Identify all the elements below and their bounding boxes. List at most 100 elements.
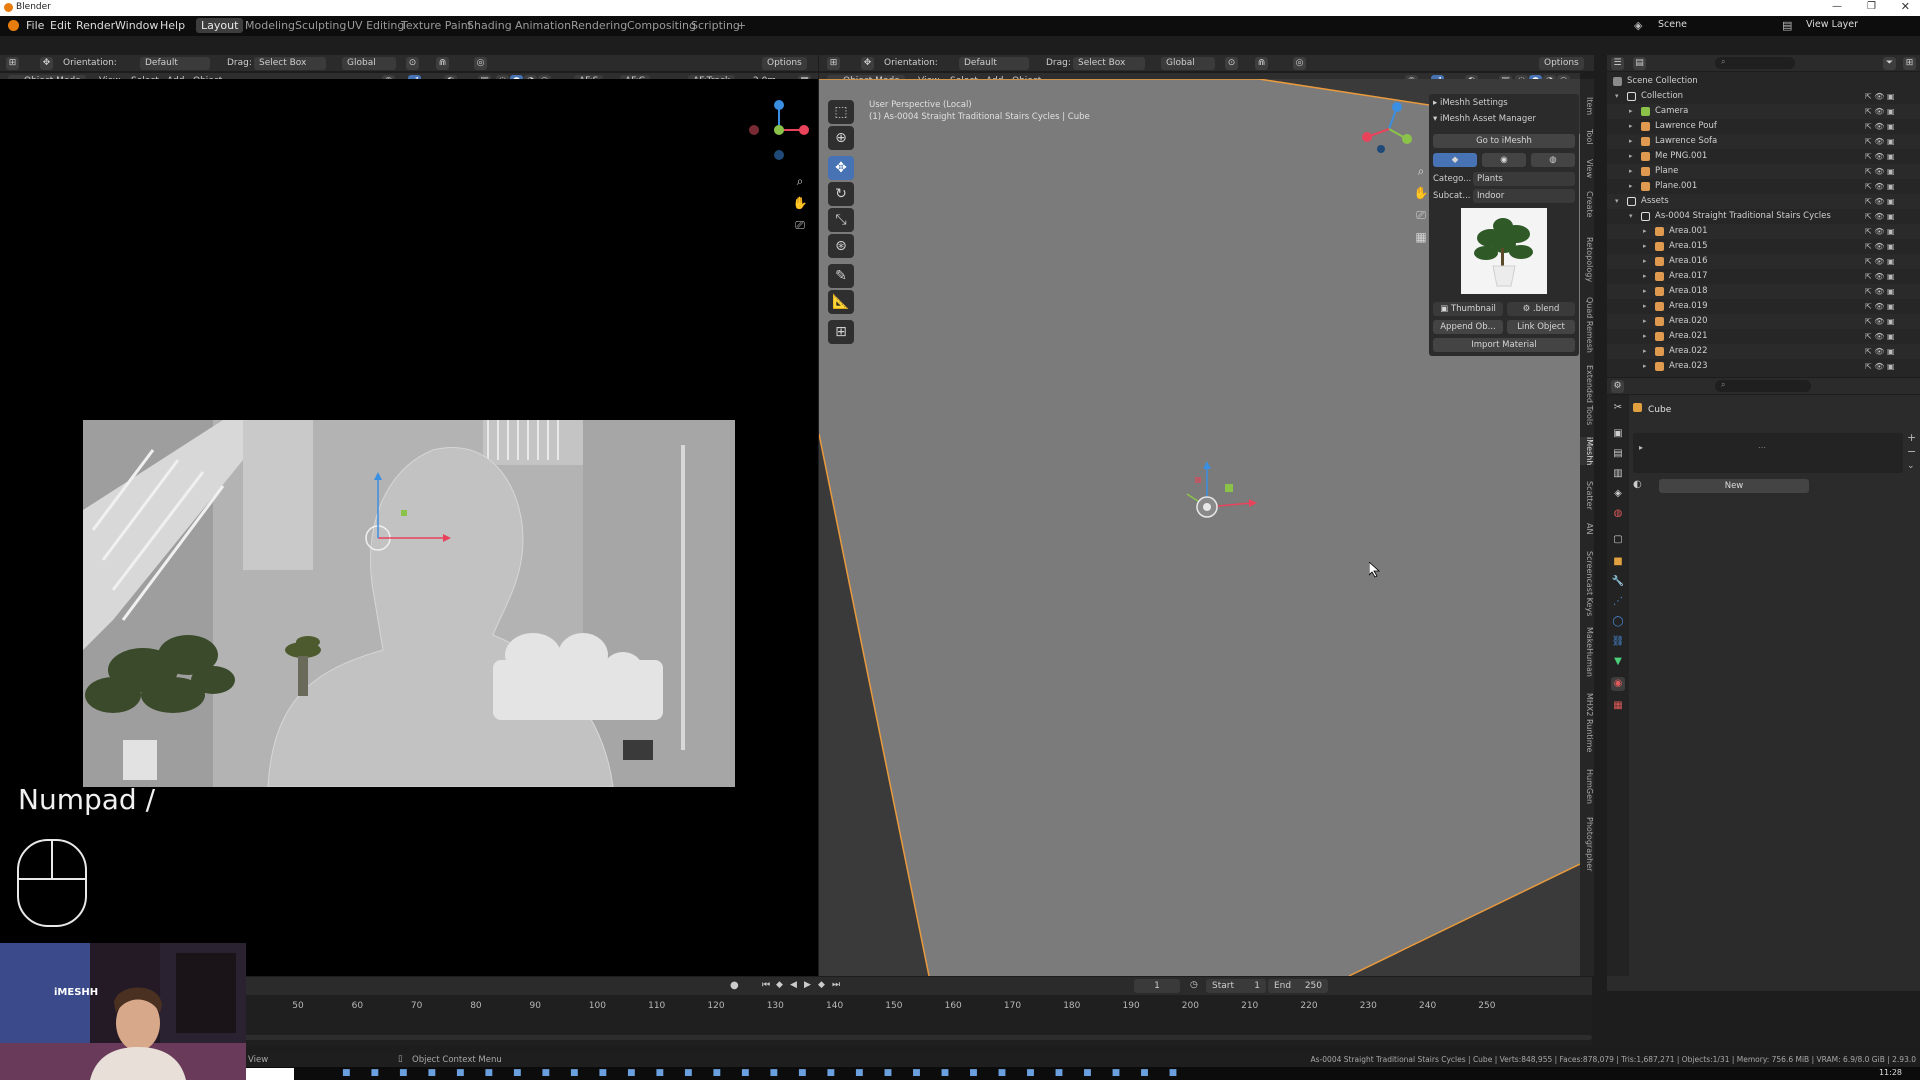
snap-icon[interactable]: ⋒ <box>436 57 449 70</box>
expand-arrow-icon[interactable]: ▾ <box>1615 89 1619 104</box>
zoom-icon[interactable]: ⌕ <box>790 171 810 191</box>
rotate-tool-icon[interactable]: ↻ <box>828 182 854 206</box>
pivot-icon[interactable]: ⊙ <box>406 57 419 70</box>
slot-menu-icon[interactable]: ⌄ <box>1907 461 1915 471</box>
timeline[interactable]: 4050607080901001101201301401501601701801… <box>202 995 1592 1047</box>
menu-render[interactable]: Render <box>76 19 115 32</box>
expand-arrow-icon[interactable]: ▸ <box>1629 164 1633 179</box>
scene-properties-icon[interactable]: ◈ <box>1611 487 1625 501</box>
material-browse-icon[interactable]: ◐ <box>1633 479 1653 493</box>
list-resize-handle[interactable]: ⋯ <box>1758 443 1766 452</box>
editor-type-icon[interactable]: ⊞ <box>6 57 19 70</box>
expand-arrow-icon[interactable]: ▸ <box>1643 299 1647 314</box>
physics-properties-icon[interactable]: ◯ <box>1611 615 1625 629</box>
sidebar-tab-view[interactable]: View <box>1580 159 1594 178</box>
expand-arrow-icon[interactable]: ▸ <box>1643 284 1647 299</box>
expand-arrow-icon[interactable]: ▸ <box>1629 149 1633 164</box>
outliner-search-field[interactable]: ⌕ <box>1715 57 1795 69</box>
visibility-toggle-icon[interactable]: ⇱ 👁 ▣ <box>1865 254 1895 269</box>
visibility-toggle-icon[interactable]: ⇱ 👁 ▣ <box>1865 179 1895 194</box>
sidebar-tab-create[interactable]: Create <box>1580 191 1594 218</box>
jump-end-icon[interactable]: ⏭ <box>832 980 840 990</box>
taskbar-app-icons[interactable]: ■■■■■■■■■■■■■■■■■■■■■■■■■■■■■■ <box>342 1068 1197 1078</box>
tool-properties-icon[interactable]: ✂ <box>1611 401 1625 415</box>
expand-arrow-icon[interactable]: ▸ <box>1643 329 1647 344</box>
navigation-gizmo[interactable] <box>1359 99 1419 159</box>
end-frame-field[interactable]: End 250 <box>1268 979 1328 993</box>
expand-arrow-icon[interactable]: ▸ <box>1629 134 1633 149</box>
proportional-edit-icon[interactable]: ◎ <box>474 57 487 70</box>
play-reverse-icon[interactable]: ◀ <box>790 980 797 990</box>
outliner-row[interactable]: ▸ Plane ⇱ 👁 ▣ <box>1607 164 1920 179</box>
texture-properties-icon[interactable]: ▦ <box>1611 699 1625 713</box>
scene-name[interactable]: Scene <box>1658 19 1687 30</box>
modifier-properties-icon[interactable]: 🔧 <box>1611 575 1625 589</box>
drag-dropdown[interactable]: Select Box <box>254 57 326 70</box>
slot-add-button[interactable]: + <box>1907 431 1916 444</box>
expand-arrow-icon[interactable]: ▾ <box>1629 209 1633 224</box>
left-viewport[interactable]: ⌕ ✋ ⎚ Numpad / <box>0 79 818 976</box>
ortho-toggle-icon[interactable]: ▦ <box>1411 227 1431 247</box>
maximize-button[interactable]: ❐ <box>1867 1 1876 12</box>
world-properties-icon[interactable]: ◍ <box>1611 507 1625 521</box>
particles-properties-icon[interactable]: ⋰ <box>1611 595 1625 609</box>
sidebar-tab-screencast-keys[interactable]: Screencast Keys <box>1580 551 1594 616</box>
tab-layout[interactable]: Layout <box>196 18 244 33</box>
hdri-type-button[interactable]: ◍ <box>1531 153 1575 167</box>
sidebar-tab-photographer[interactable]: Photographer <box>1580 817 1594 871</box>
outliner-row[interactable]: ▸ Area.018 ⇱ 👁 ▣ <box>1607 284 1920 299</box>
new-material-button[interactable]: New <box>1659 479 1809 493</box>
filter-icon[interactable]: ⏷ <box>1883 57 1896 70</box>
menu-help[interactable]: Help <box>160 19 185 32</box>
visibility-toggle-icon[interactable]: ⇱ 👁 ▣ <box>1865 89 1895 104</box>
play-icon[interactable]: ▶ <box>804 980 811 990</box>
keyframe-next-icon[interactable]: ◆ <box>818 980 825 990</box>
move-tool-icon[interactable]: ✥ <box>828 156 854 180</box>
proportional-edit-icon[interactable]: ◎ <box>1293 57 1306 70</box>
outliner-scene-collection[interactable]: Scene Collection <box>1607 74 1920 89</box>
link-object-button[interactable]: Link Object <box>1507 320 1575 334</box>
append-object-button[interactable]: Append Ob... <box>1433 320 1503 334</box>
jump-start-icon[interactable]: ⏮ <box>762 980 770 990</box>
outliner-row[interactable]: ▸ Area.019 ⇱ 👁 ▣ <box>1607 299 1920 314</box>
expand-arrow-icon[interactable]: ▾ <box>1615 194 1619 209</box>
minimize-button[interactable]: — <box>1832 1 1842 12</box>
sidebar-tab-item[interactable]: Item <box>1580 97 1594 115</box>
visibility-toggle-icon[interactable]: ⇱ 👁 ▣ <box>1865 344 1895 359</box>
expand-arrow-icon[interactable]: ▸ <box>1643 314 1647 329</box>
expand-arrow-icon[interactable]: ▸ <box>1643 344 1647 359</box>
transform-orientation-dropdown[interactable]: Global <box>1161 57 1215 70</box>
object-origin-gizmo[interactable] <box>1171 459 1261 549</box>
expand-arrow-icon[interactable]: ▸ <box>1643 239 1647 254</box>
view-layer-properties-icon[interactable]: ▥ <box>1611 467 1625 481</box>
outliner-row[interactable]: ▸ Area.021 ⇱ 👁 ▣ <box>1607 329 1920 344</box>
visibility-toggle-icon[interactable]: ⇱ 👁 ▣ <box>1865 104 1895 119</box>
asset-thumbnail[interactable] <box>1461 208 1547 294</box>
outliner-row[interactable]: ▾ Assets ⇱ 👁 ▣ <box>1607 194 1920 209</box>
transform-orientation-dropdown[interactable]: Global <box>342 57 396 70</box>
sidebar-tab-imeshh[interactable]: iMeshh <box>1580 437 1594 466</box>
view-layer-name[interactable]: View Layer <box>1806 19 1858 30</box>
imeshh-asset-manager-header[interactable]: ▾ iMeshh Asset Manager <box>1433 112 1575 126</box>
zoom-icon[interactable]: ⌕ <box>1411 161 1431 181</box>
visibility-toggle-icon[interactable]: ⇱ 👁 ▣ <box>1865 269 1895 284</box>
expand-arrow-icon[interactable]: ▸ <box>1643 359 1647 374</box>
import-material-button[interactable]: Import Material <box>1433 338 1575 352</box>
outliner-row[interactable]: ▸ Area.017 ⇱ 👁 ▣ <box>1607 269 1920 284</box>
visibility-toggle-icon[interactable]: ⇱ 👁 ▣ <box>1865 224 1895 239</box>
tab-shading[interactable]: Shading <box>462 18 517 33</box>
visibility-toggle-icon[interactable]: ⇱ 👁 ▣ <box>1865 329 1895 344</box>
slot-remove-button[interactable]: − <box>1907 445 1916 458</box>
sidebar-tab-makehuman[interactable]: MakeHuman <box>1580 627 1594 677</box>
render-properties-icon[interactable]: ▣ <box>1611 427 1625 441</box>
go-to-imeshh-button[interactable]: Go to iMeshh <box>1433 134 1575 148</box>
material-slot-list[interactable]: ▸ ⋯ <box>1633 433 1903 473</box>
outliner-row[interactable]: ▸ Area.015 ⇱ 👁 ▣ <box>1607 239 1920 254</box>
thumbnail-button[interactable]: ▣ Thumbnail <box>1433 302 1503 316</box>
expand-arrow-icon[interactable]: ▸ <box>1629 179 1633 194</box>
object-properties-icon[interactable]: ■ <box>1611 555 1625 569</box>
expand-icon[interactable]: ▸ <box>1639 443 1643 452</box>
measure-tool-icon[interactable]: 📐 <box>828 290 854 314</box>
timeline-scrollbar[interactable] <box>202 1035 1592 1040</box>
orientation-dropdown[interactable]: Default <box>140 57 210 70</box>
